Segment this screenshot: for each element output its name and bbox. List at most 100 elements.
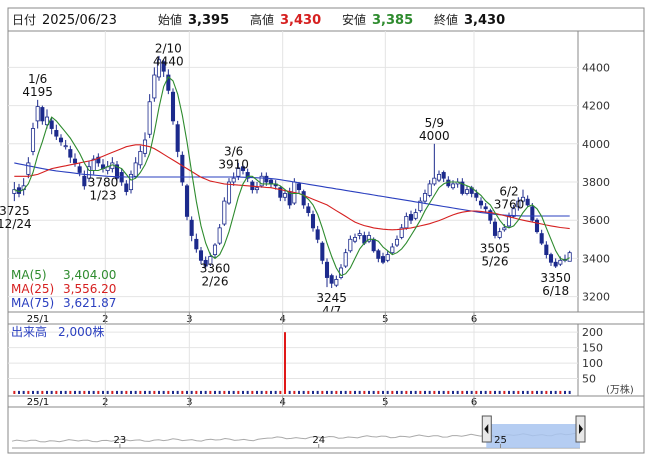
volume-bar: [522, 390, 524, 394]
candle-body: [198, 250, 204, 261]
open-value: 3,395: [188, 13, 229, 28]
candle-body: [324, 261, 330, 278]
volume-bar: [130, 390, 132, 394]
candle-body: [343, 252, 348, 267]
volume-bar: [354, 390, 356, 394]
volume-bar: [162, 390, 165, 394]
volume-bar: [559, 390, 562, 394]
candle-body: [558, 259, 563, 265]
volume-bar: [550, 390, 552, 394]
candle-body: [502, 227, 507, 231]
annotation-date: 2/26: [202, 274, 229, 288]
candle-body: [441, 172, 446, 179]
volume-bar: [274, 390, 277, 394]
volume-bar: [139, 390, 142, 394]
volume-bar: [377, 390, 380, 394]
candle-body: [180, 154, 185, 183]
candle-body: [212, 244, 218, 256]
ma5-label: MA(5): [11, 268, 47, 282]
volume-bar: [260, 390, 263, 394]
candle-body: [394, 238, 400, 246]
volume-bar: [358, 390, 361, 394]
volume-bar: [50, 390, 53, 394]
volume-bar: [302, 390, 305, 394]
price-tick-label: 3200: [582, 291, 610, 304]
candle-body: [301, 191, 306, 206]
volume-bar: [531, 390, 534, 394]
candle-body: [506, 215, 512, 227]
candle-body: [82, 175, 87, 187]
annotation-value: 3725: [0, 204, 30, 218]
annotation-date: 5/9: [425, 116, 444, 130]
volume-bar: [200, 390, 202, 394]
volume-bar: [218, 390, 221, 394]
volume-bar: [83, 390, 86, 394]
volume-bar: [312, 390, 314, 394]
annotation-value: 3360: [200, 261, 231, 275]
candle-body: [315, 229, 320, 240]
volume-label: 出来高: [11, 324, 47, 339]
date-label: 日付: [12, 13, 36, 27]
month-label: 25/1: [27, 314, 49, 325]
volume-bar: [480, 390, 482, 394]
candle-body: [152, 74, 157, 99]
volume-bar: [13, 390, 16, 394]
volume-bar: [307, 390, 310, 394]
close-value: 3,430: [464, 13, 505, 28]
candle-body: [77, 166, 82, 173]
volume-bar: [232, 390, 235, 394]
candle-body: [413, 212, 418, 219]
candle-body: [404, 215, 409, 229]
candle-body: [226, 181, 232, 204]
annotation-value: 4440: [153, 54, 184, 68]
volume-bar: [330, 390, 333, 394]
chart-canvas: 日付 2025/06/23 始値 3,395 高値 3,430 安値 3,385…: [0, 7, 645, 454]
volume-bar: [78, 390, 81, 394]
volume-bar: [466, 390, 468, 394]
candle-body: [306, 206, 311, 213]
candle-body: [194, 238, 199, 250]
volume-bar: [46, 390, 48, 394]
candle-body: [497, 231, 502, 238]
volume-bar: [18, 390, 20, 394]
volume-bar: [438, 390, 440, 394]
price-tick-label: 4200: [582, 100, 610, 113]
volume-bar: [545, 390, 548, 394]
candle-body: [376, 250, 381, 259]
candle-body: [54, 130, 59, 137]
volume-bar: [410, 390, 412, 394]
volume-tick-label: 50: [582, 373, 596, 386]
volume-bar: [148, 390, 151, 394]
volume-bar: [470, 390, 473, 394]
volume-bar: [22, 390, 25, 394]
candle-body: [380, 256, 386, 263]
volume-bar: [447, 390, 450, 394]
volume-bar: [55, 390, 58, 394]
candle-body: [450, 183, 456, 189]
volume-bar: [228, 390, 230, 394]
candle-body: [58, 137, 64, 143]
volume-bar: [214, 390, 216, 394]
candle-body: [408, 214, 414, 221]
volume-bar: [475, 390, 478, 394]
annotation-date: 3/6: [224, 144, 243, 158]
volume-bar: [97, 390, 100, 394]
candle-body: [525, 198, 530, 206]
candle-body: [390, 246, 395, 254]
volume-bar: [452, 390, 454, 394]
volume-bar: [564, 390, 566, 394]
annotation-date: 6/18: [542, 284, 569, 298]
volume-bar: [158, 390, 160, 394]
candle-body: [138, 151, 143, 166]
price-tick-label: 4400: [582, 61, 610, 74]
volume-bar: [526, 390, 529, 394]
candle-body: [464, 189, 470, 194]
candle-body: [422, 193, 428, 202]
candle-body: [553, 261, 558, 267]
volume-bar: [223, 390, 226, 394]
volume-bar: [288, 390, 291, 394]
volume-bar: [433, 390, 436, 394]
annotation-value: 3760: [494, 198, 525, 212]
candle-body: [222, 200, 227, 225]
volume-bar: [134, 390, 137, 394]
